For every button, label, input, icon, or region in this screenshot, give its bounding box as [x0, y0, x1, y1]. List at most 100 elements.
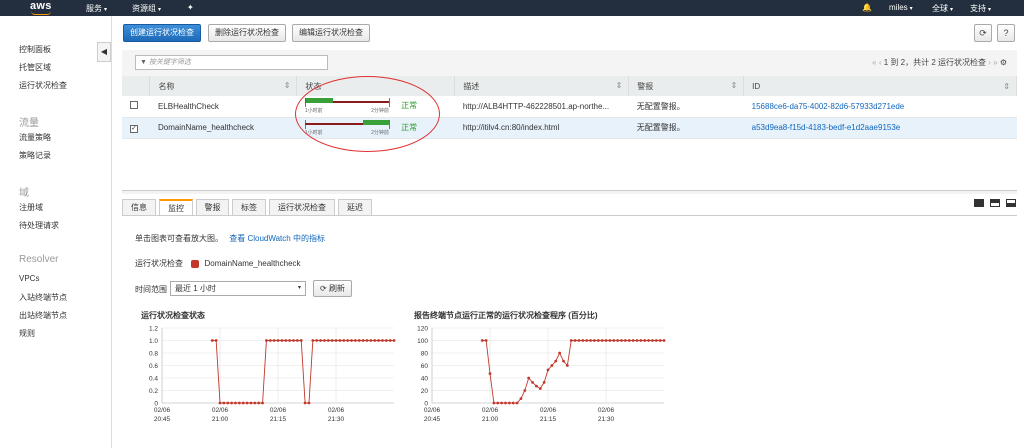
data-point: [554, 359, 558, 363]
data-point: [515, 401, 519, 405]
tab-alarms[interactable]: 警报: [196, 199, 229, 216]
tab-info[interactable]: 信息: [122, 199, 156, 216]
tab-health-checkers[interactable]: 运行状况检查: [269, 199, 335, 216]
services-menu[interactable]: 服务 ▾: [86, 3, 107, 14]
y-tick-label: 0.2: [149, 388, 158, 395]
y-tick-label: 40: [421, 376, 429, 383]
data-point: [384, 339, 388, 342]
prev-page-icon[interactable]: ‹: [879, 58, 882, 67]
series-line: [482, 340, 665, 404]
x-tick-label: 02/06: [212, 407, 229, 414]
data-point: [654, 339, 658, 342]
col-header-description[interactable]: 描述 ⇕: [454, 76, 630, 96]
data-point: [581, 339, 585, 342]
first-page-icon[interactable]: «: [872, 58, 876, 67]
data-point: [627, 339, 631, 342]
refresh-button[interactable]: ⟳ 刷新: [313, 280, 352, 297]
user-menu[interactable]: miles ▾: [889, 3, 913, 12]
data-point: [600, 339, 604, 342]
sidebar-item-hosted-zones[interactable]: 托管区域: [19, 62, 51, 73]
data-point: [658, 339, 662, 342]
data-point: [643, 339, 647, 342]
col-header-id[interactable]: ID ⇕: [743, 76, 1017, 96]
health-status-chart[interactable]: 00.20.40.60.81.01.202/0620:4502/0621:000…: [130, 320, 400, 448]
y-tick-label: 20: [421, 388, 429, 395]
sidebar-item-health-checks[interactable]: 运行状况检查: [19, 80, 67, 91]
sidebar-item-pending-requests[interactable]: 待处理请求: [19, 220, 59, 231]
data-point: [507, 401, 511, 405]
sidebar-item-traffic-policies[interactable]: 流量策略: [19, 132, 51, 143]
sidebar-item-inbound-endpoints[interactable]: 入站终端节点: [19, 292, 67, 303]
next-page-icon[interactable]: ›: [988, 58, 991, 67]
cloudwatch-link[interactable]: 查看 CloudWatch 中的指标: [229, 234, 325, 243]
data-point: [620, 339, 623, 342]
x-tick-label: 21:00: [482, 416, 499, 423]
row-checkbox[interactable]: [130, 101, 138, 110]
row-id-link[interactable]: a53d9ea8-f15d-4183-bedf-e1d2aae9153e: [743, 117, 1017, 139]
pane-minimize-icon[interactable]: [1006, 199, 1016, 207]
pane-splitter[interactable]: [122, 190, 1017, 194]
data-point: [635, 339, 639, 342]
x-tick-label: 02/06: [328, 407, 345, 414]
collapse-sidebar-button[interactable]: ◀: [97, 42, 111, 62]
help-icon[interactable]: ?: [997, 24, 1015, 42]
sidebar-item-vpcs[interactable]: VPCs: [19, 274, 39, 283]
col-header-name[interactable]: 名称 ⇕: [149, 76, 298, 96]
data-point: [585, 339, 589, 342]
sidebar-item-registered-domains[interactable]: 注册域: [19, 202, 43, 213]
x-tick-label: 02/06: [154, 407, 171, 414]
region-menu[interactable]: 全球 ▾: [932, 3, 953, 14]
settings-icon[interactable]: ⚙: [1000, 58, 1007, 67]
create-health-check-button[interactable]: 创建运行状况检查: [123, 24, 201, 42]
table-row[interactable]: ELBHealthCheck 1小时前 2分钟前 正常 http://ALB4H…: [122, 96, 1017, 118]
data-point: [210, 339, 214, 342]
row-description: http://ALB4HTTP-462228501.ap-northe...: [454, 96, 629, 118]
x-tick-label: 21:30: [328, 416, 345, 423]
pane-split-icon[interactable]: [990, 199, 1000, 207]
data-point: [303, 401, 307, 405]
data-point: [295, 339, 299, 342]
tab-tags[interactable]: 标签: [232, 199, 266, 216]
resource-groups-menu[interactable]: 资源组 ▾: [132, 3, 161, 14]
sidebar-item-rules[interactable]: 规则: [19, 328, 35, 339]
y-tick-label: 80: [421, 351, 429, 358]
data-point: [392, 339, 396, 342]
time-range-select[interactable]: 最近 1 小时 ▾: [170, 281, 306, 296]
data-point: [538, 387, 542, 391]
healthy-percent-chart[interactable]: 02040608010012002/0620:4502/0621:0002/06…: [400, 320, 680, 448]
sidebar-item-dashboard[interactable]: 控制面板: [19, 44, 51, 55]
monitor-hint: 单击图表可查看放大图。 查看 CloudWatch 中的指标: [135, 234, 325, 243]
bell-icon[interactable]: 🔔: [862, 3, 872, 12]
data-point: [577, 339, 581, 342]
support-menu[interactable]: 支持 ▾: [970, 3, 991, 14]
last-page-icon[interactable]: »: [993, 58, 997, 67]
sidebar-section-resolver: Resolver: [19, 254, 59, 265]
data-point: [292, 339, 295, 342]
data-point: [531, 380, 534, 384]
filter-input[interactable]: ▼ 按关键字筛选: [135, 55, 328, 70]
y-tick-label: 0.6: [149, 363, 158, 370]
refresh-icon[interactable]: ⟳: [974, 24, 992, 42]
row-id-link[interactable]: 15688ce6-da75-4002-82d6-57933d271ede: [743, 96, 1017, 118]
tab-monitoring[interactable]: 监控: [159, 199, 193, 216]
data-point: [608, 339, 612, 342]
data-point: [241, 401, 245, 405]
sidebar-item-outbound-endpoints[interactable]: 出站终端节点: [19, 310, 67, 321]
pager: « ‹ 1 到 2，共计 2 运行状况检查 › » ⚙: [872, 58, 1007, 67]
row-description: http://itilv4.cn:80/index.html: [454, 117, 629, 139]
delete-health-check-button[interactable]: 删除运行状况检查: [208, 24, 286, 42]
series-line: [212, 340, 395, 404]
tab-latency[interactable]: 延迟: [338, 199, 372, 216]
refresh-icon: ⟳: [320, 284, 327, 293]
pin-icon[interactable]: ✦: [187, 3, 194, 12]
col-header-alarms[interactable]: 警报 ⇕: [628, 76, 745, 96]
row-checkbox[interactable]: ✓: [130, 124, 138, 133]
edit-health-check-button[interactable]: 编辑运行状况检查: [292, 24, 370, 42]
x-tick-label: 02/06: [598, 407, 615, 414]
data-point: [323, 339, 326, 342]
pane-full-icon[interactable]: [974, 199, 984, 207]
sidebar-item-policy-records[interactable]: 策略记录: [19, 150, 51, 161]
data-point: [647, 339, 650, 342]
data-point: [342, 339, 346, 342]
table-row[interactable]: ✓ DomainName_healthcheck 1小时前 2分钟前 正常 ht…: [122, 117, 1017, 139]
